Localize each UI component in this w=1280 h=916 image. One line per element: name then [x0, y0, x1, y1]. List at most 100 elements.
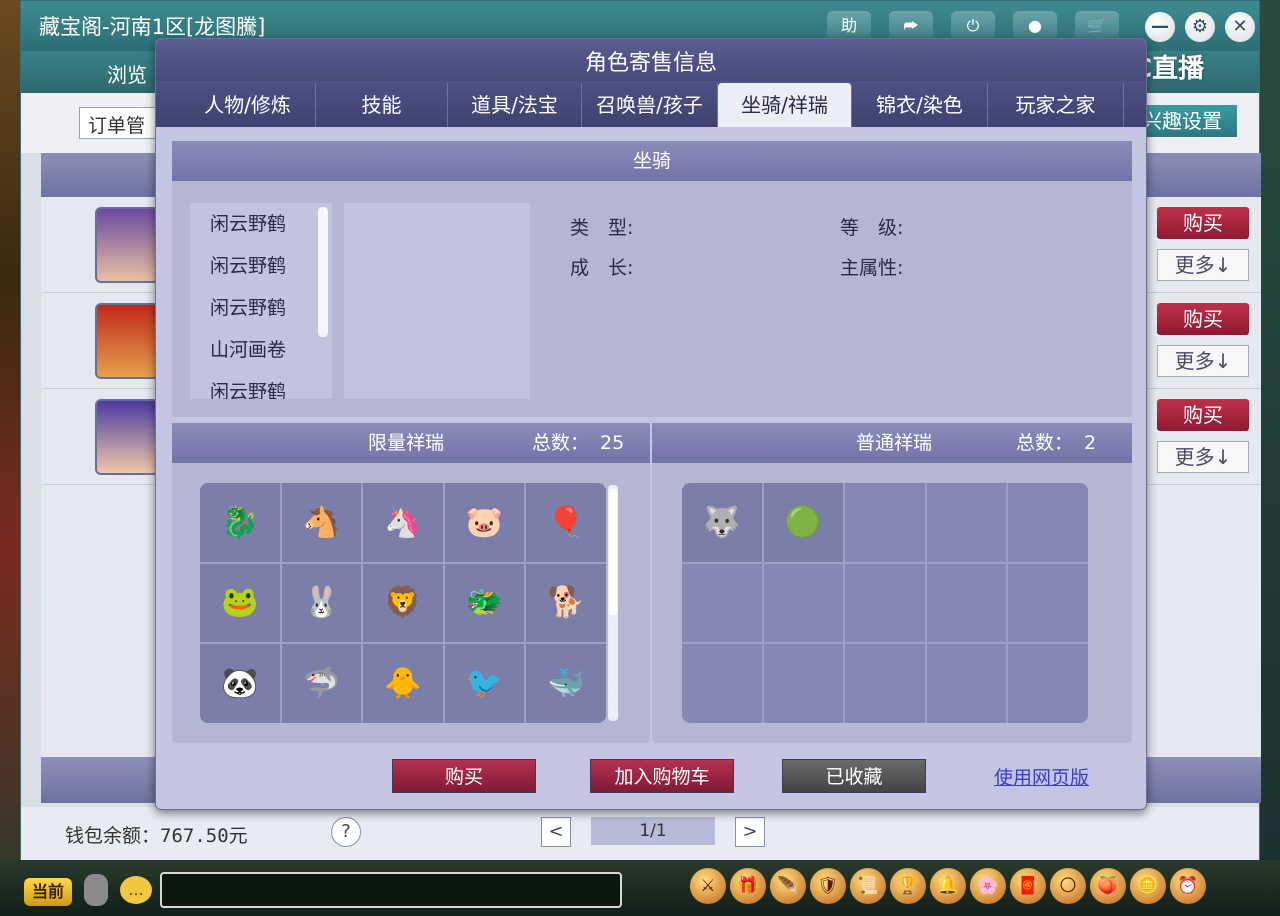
- empty-slot[interactable]: [1008, 483, 1088, 562]
- normal-beasts-header: 普通祥瑞 总数： 2: [652, 423, 1132, 463]
- silver-beast-icon[interactable]: 🐲: [444, 563, 525, 643]
- black-donkey-icon[interactable]: 🐴: [281, 483, 362, 562]
- next-page-button[interactable]: >: [735, 817, 765, 847]
- window-title: 藏宝阁-河南1区[龙图騰]: [39, 15, 266, 39]
- quick-action-icon[interactable]: 🍑: [1090, 868, 1126, 904]
- quick-action-icon[interactable]: 🪶: [770, 868, 806, 904]
- prev-page-button[interactable]: <: [541, 817, 571, 847]
- black-white-wolf-icon[interactable]: 🐺: [682, 483, 762, 562]
- green-chick-icon[interactable]: 🟢: [763, 483, 844, 562]
- pig-balloon-icon[interactable]: 🎈: [526, 483, 606, 562]
- quick-action-icon[interactable]: 🏆: [890, 868, 926, 904]
- more-button[interactable]: 更多↓: [1157, 441, 1249, 473]
- help-icon[interactable]: 助: [827, 11, 871, 41]
- avatar[interactable]: [95, 303, 159, 379]
- favorited-button[interactable]: 已收藏: [782, 759, 926, 793]
- empty-slot[interactable]: [845, 563, 925, 643]
- shiba-dog-icon[interactable]: 🐕: [526, 563, 606, 643]
- add-to-cart-button[interactable]: 加入购物车: [590, 759, 734, 793]
- pink-donkey-icon[interactable]: 🐰: [281, 563, 362, 643]
- list-item[interactable]: 闲云野鹤: [190, 245, 332, 287]
- chat-channel-button[interactable]: 当前: [24, 878, 72, 906]
- white-dragon-icon[interactable]: 🐳: [526, 644, 606, 723]
- mount-preview: [344, 203, 530, 399]
- empty-slot[interactable]: [845, 483, 925, 562]
- chat-icon[interactable]: ●: [1013, 11, 1057, 41]
- golden-toad-icon[interactable]: 🐸: [200, 563, 280, 643]
- more-button[interactable]: 更多↓: [1157, 249, 1249, 281]
- chat-input[interactable]: [160, 872, 622, 908]
- chat-bubble-icon[interactable]: …: [120, 876, 152, 904]
- buy-button[interactable]: 购买: [1157, 399, 1249, 431]
- quick-action-icon[interactable]: 🪙: [1130, 868, 1166, 904]
- normal-beasts-title: 普通祥瑞: [856, 432, 933, 454]
- gear-icon[interactable]: ⚙: [1185, 12, 1215, 42]
- quick-action-icon[interactable]: 🔔: [930, 868, 966, 904]
- mount-list-scrollbar[interactable]: [318, 207, 328, 337]
- quick-action-icon[interactable]: 🎁: [730, 868, 766, 904]
- minimize-icon[interactable]: —: [1145, 12, 1175, 42]
- tab-costumes[interactable]: 锦衣/染色: [852, 83, 988, 127]
- quick-action-icon[interactable]: 🌸: [970, 868, 1006, 904]
- list-item[interactable]: 闲云野鹤: [190, 203, 332, 245]
- buy-button[interactable]: 购买: [1157, 303, 1249, 335]
- tab-player-home[interactable]: 玩家之家: [988, 83, 1124, 127]
- limited-beasts-header: 限量祥瑞 总数： 25: [172, 423, 650, 463]
- list-item[interactable]: 闲云野鹤: [190, 287, 332, 329]
- empty-slot[interactable]: [763, 563, 844, 643]
- empty-slot[interactable]: [763, 644, 844, 723]
- character-sale-info-dialog: 角色寄售信息 人物/修炼 技能 道具/法宝 召唤兽/孩子 坐骑/祥瑞 锦衣/染色…: [155, 38, 1147, 810]
- buy-button[interactable]: 购买: [1157, 207, 1249, 239]
- power-icon[interactable]: ⏻: [951, 11, 995, 41]
- buy-button[interactable]: 购买: [392, 759, 536, 793]
- quick-action-icon[interactable]: 🌕: [1050, 868, 1086, 904]
- scrollbar-thumb[interactable]: [609, 489, 617, 615]
- quick-action-icon[interactable]: 📜: [850, 868, 886, 904]
- limited-beasts-grid: 🐉 🐴 🦄 🐷 🎈 🐸 🐰 🦁 🐲 🐕 🐼 🦈 🐥 🐦 🐳: [200, 483, 606, 723]
- armored-donkey-icon[interactable]: 🦄: [363, 483, 443, 562]
- tab-skills[interactable]: 技能: [316, 83, 448, 127]
- avatar[interactable]: [95, 399, 159, 475]
- limited-grid-scrollbar[interactable]: [608, 485, 618, 721]
- blue-shark-icon[interactable]: 🦈: [281, 644, 362, 723]
- main-attribute-label: 主属性:: [840, 257, 904, 279]
- list-item[interactable]: 山河画卷: [190, 329, 332, 371]
- tab-items[interactable]: 道具/法宝: [448, 83, 582, 127]
- tab-mounts[interactable]: 坐骑/祥瑞: [718, 83, 852, 127]
- tab-character[interactable]: 人物/修炼: [180, 83, 316, 127]
- panda-icon[interactable]: 🐼: [200, 644, 280, 723]
- quick-action-icon[interactable]: ⏰: [1170, 868, 1206, 904]
- empty-slot[interactable]: [682, 563, 762, 643]
- blue-dragon-icon[interactable]: 🐦: [444, 644, 525, 723]
- game-frame-left: [0, 0, 20, 916]
- empty-slot[interactable]: [845, 644, 925, 723]
- list-item[interactable]: 闲云野鹤: [190, 371, 332, 399]
- more-button[interactable]: 更多↓: [1157, 345, 1249, 377]
- ice-kirin-icon[interactable]: 🐉: [200, 483, 280, 562]
- golden-chick-icon[interactable]: 🐥: [363, 644, 443, 723]
- empty-slot[interactable]: [1008, 644, 1088, 723]
- cart-icon[interactable]: 🛒: [1075, 11, 1119, 41]
- quick-action-icon[interactable]: 🛡: [810, 868, 846, 904]
- empty-slot[interactable]: [926, 644, 1007, 723]
- microphone-icon[interactable]: [84, 874, 108, 906]
- empty-slot[interactable]: [682, 644, 762, 723]
- pink-pig-icon[interactable]: 🐷: [444, 483, 525, 562]
- white-lion-icon[interactable]: 🦁: [363, 563, 443, 643]
- tab-pets[interactable]: 召唤兽/孩子: [582, 83, 718, 127]
- empty-slot[interactable]: [926, 563, 1007, 643]
- share-icon[interactable]: ⮫: [889, 11, 933, 41]
- quick-action-icon[interactable]: 🧧: [1010, 868, 1046, 904]
- game-frame-right: [1258, 0, 1280, 916]
- close-icon[interactable]: ✕: [1225, 12, 1255, 42]
- question-icon[interactable]: ?: [331, 817, 361, 847]
- page-indicator: 1/1: [591, 817, 715, 845]
- empty-slot[interactable]: [926, 483, 1007, 562]
- mount-list: 闲云野鹤 闲云野鹤 闲云野鹤 山河画卷 闲云野鹤: [190, 203, 332, 399]
- limited-total-label: 总数：: [532, 432, 590, 454]
- avatar[interactable]: [95, 207, 159, 283]
- nav-browse[interactable]: 浏览: [107, 59, 147, 88]
- empty-slot[interactable]: [1008, 563, 1088, 643]
- quick-action-icon[interactable]: ⚔: [690, 868, 726, 904]
- web-version-link[interactable]: 使用网页版: [994, 763, 1089, 790]
